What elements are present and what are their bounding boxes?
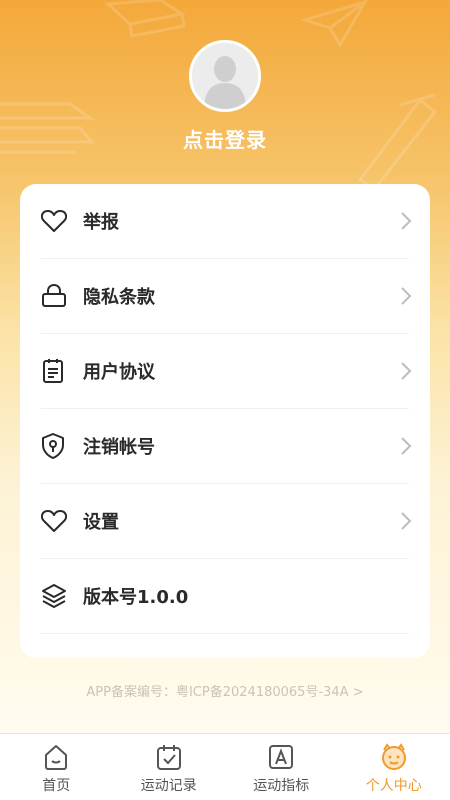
tab-label: 个人中心 [365, 778, 422, 794]
document-icon [41, 357, 69, 385]
menu-card: 举报 隐私条款 用户协议 注销帐号 设置 版本号1.0.0 [20, 184, 430, 658]
menu-item-report[interactable]: 举报 [41, 184, 412, 259]
face-icon [379, 742, 409, 772]
menu-item-user-agreement[interactable]: 用户协议 [41, 334, 412, 409]
letter-a-icon [266, 742, 296, 772]
tab-exercise-records[interactable]: 运动记录 [113, 734, 226, 800]
menu-item-label: 隐私条款 [83, 287, 155, 308]
calendar-check-icon [154, 742, 184, 772]
menu-item-privacy[interactable]: 隐私条款 [41, 259, 412, 334]
shield-icon [41, 432, 69, 460]
menu-item-delete-account[interactable]: 注销帐号 [41, 409, 412, 484]
version-label: 版本号1.0.0 [83, 587, 189, 608]
decoration-book-icon [104, 0, 186, 38]
heart-icon [41, 207, 69, 235]
tab-label: 运动指标 [253, 778, 310, 794]
login-button[interactable]: 点击登录 [0, 124, 450, 153]
chevron-right-icon [401, 512, 412, 530]
avatar[interactable] [189, 40, 261, 112]
heart-icon [41, 507, 69, 535]
menu-item-label: 设置 [83, 512, 119, 533]
menu-item-label: 举报 [83, 212, 119, 233]
chevron-right-icon [401, 437, 412, 455]
layers-icon [41, 582, 69, 610]
tab-label: 首页 [42, 778, 71, 794]
tab-exercise-metrics[interactable]: 运动指标 [225, 734, 338, 800]
user-silhouette-icon [192, 43, 258, 109]
home-icon [41, 742, 71, 772]
tab-home[interactable]: 首页 [0, 734, 113, 800]
menu-item-label: 注销帐号 [83, 437, 155, 458]
menu-item-version: 版本号1.0.0 [41, 559, 409, 634]
lock-icon [41, 282, 69, 310]
chevron-right-icon [401, 362, 412, 380]
menu-item-label: 用户协议 [83, 362, 155, 383]
icp-record-link[interactable]: APP备案编号：粤ICP备2024180065号-34A > [0, 681, 450, 700]
menu-item-settings[interactable]: 设置 [41, 484, 412, 559]
chevron-right-icon [401, 287, 412, 305]
bottom-tab-bar: 首页 运动记录 运动指标 个人中心 [0, 733, 450, 800]
decoration-paper-plane-icon [300, 0, 368, 48]
tab-label: 运动记录 [140, 778, 197, 794]
chevron-right-icon [401, 212, 412, 230]
tab-personal-center[interactable]: 个人中心 [338, 734, 450, 800]
